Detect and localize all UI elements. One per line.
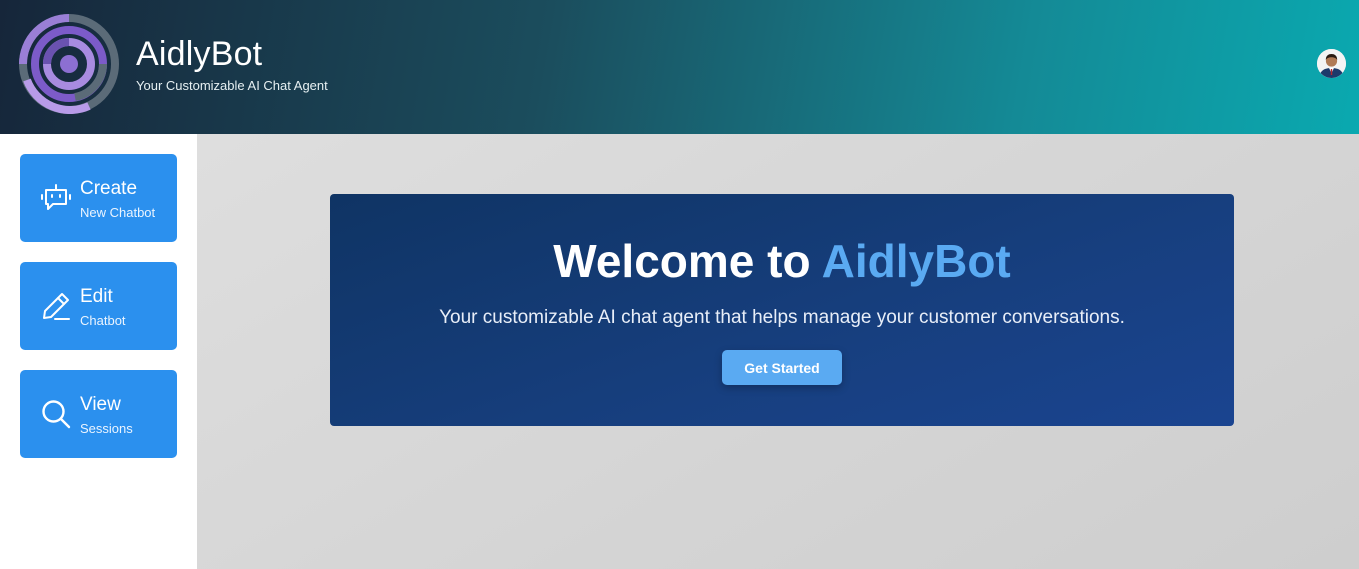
app-header: AidlyBot Your Customizable AI Chat Agent [0,0,1359,134]
edit-chatbot-button[interactable]: Edit Chatbot [20,262,177,350]
create-nav-subtitle: New Chatbot [80,205,156,220]
sidebar: Create New Chatbot Edit Chatbot View Ses… [0,134,197,569]
create-nav-title: Create [80,178,138,199]
view-nav-title: View [80,394,121,415]
chatbot-icon [41,184,71,210]
user-avatar-icon [1317,49,1346,78]
user-avatar[interactable] [1317,49,1346,78]
search-icon [42,400,71,429]
app-subtitle: Your Customizable AI Chat Agent [136,78,328,93]
hero-title-brand: AidlyBot [821,235,1011,287]
edit-nav-subtitle: Chatbot [80,313,126,328]
hero-title-prefix: Welcome to [553,235,822,287]
pencil-icon [43,293,70,320]
app-title: AidlyBot [136,35,263,73]
welcome-hero: Welcome to AidlyBot Your customizable AI… [330,194,1234,426]
view-sessions-button[interactable]: View Sessions [20,370,177,458]
create-chatbot-button[interactable]: Create New Chatbot [20,154,177,242]
main-content: Welcome to AidlyBot Your customizable AI… [197,134,1359,569]
hero-description: Your customizable AI chat agent that hel… [439,307,1125,328]
edit-nav-title: Edit [80,286,113,307]
get-started-button[interactable]: Get Started [722,350,842,385]
view-nav-subtitle: Sessions [80,421,133,436]
app-logo-icon [19,14,119,114]
hero-title: Welcome to AidlyBot [330,234,1234,288]
